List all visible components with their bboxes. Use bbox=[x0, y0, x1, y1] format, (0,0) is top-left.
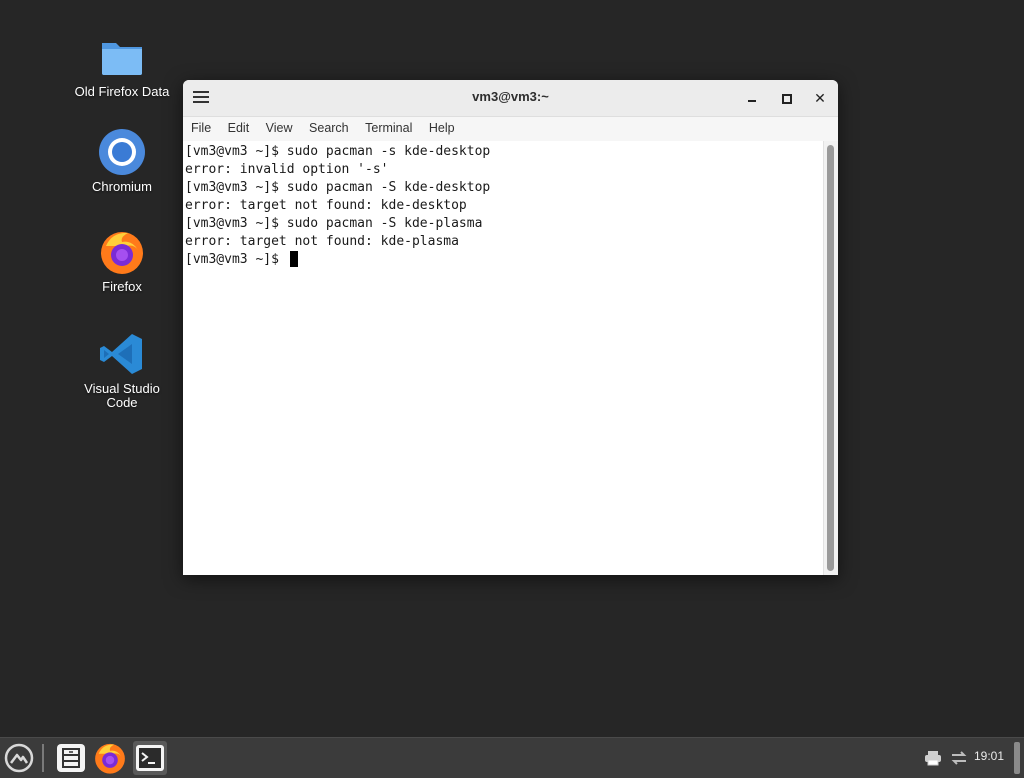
terminal-line: [vm3@vm3 ~]$ sudo pacman -s kde-desktop bbox=[185, 144, 491, 159]
desktop-icon-label: Firefox bbox=[102, 279, 142, 294]
window-title: vm3@vm3:~ bbox=[472, 89, 549, 104]
network-icon[interactable] bbox=[950, 749, 968, 767]
app-menu-icon bbox=[4, 743, 34, 773]
scrollbar-thumb[interactable] bbox=[827, 145, 834, 571]
terminal-prompt-line: [vm3@vm3 ~]$ bbox=[185, 250, 824, 269]
taskbar-firefox-button[interactable] bbox=[93, 741, 127, 775]
menu-edit[interactable]: Edit bbox=[228, 117, 257, 139]
terminal-line: error: target not found: kde-plasma bbox=[185, 234, 459, 249]
desktop-icon-vscode[interactable]: Visual Studio Code bbox=[67, 330, 177, 410]
firefox-icon bbox=[95, 743, 125, 774]
menu-file[interactable]: File bbox=[191, 117, 218, 139]
terminal-line: [vm3@vm3 ~]$ sudo pacman -S kde-plasma bbox=[185, 216, 483, 231]
terminal-output[interactable]: [vm3@vm3 ~]$ sudo pacman -s kde-desktop … bbox=[183, 141, 824, 575]
printer-icon[interactable] bbox=[924, 750, 942, 766]
close-button[interactable]: ✕ bbox=[811, 89, 829, 107]
desktop-icon-old-firefox-data[interactable]: Old Firefox Data bbox=[67, 33, 177, 99]
maximize-icon bbox=[782, 94, 792, 104]
terminal-line: [vm3@vm3 ~]$ sudo pacman -S kde-desktop bbox=[185, 180, 491, 195]
menu-search[interactable]: Search bbox=[309, 117, 356, 139]
vscode-icon bbox=[100, 334, 142, 374]
text-cursor bbox=[289, 250, 298, 267]
folder-icon bbox=[102, 43, 142, 75]
firefox-icon bbox=[101, 232, 143, 274]
close-icon: ✕ bbox=[814, 90, 826, 106]
terminal-prompt: [vm3@vm3 ~]$ bbox=[185, 252, 287, 267]
desktop: Old Firefox Data Chromium Firefox Visual… bbox=[0, 0, 1024, 778]
taskbar-separator bbox=[42, 744, 44, 772]
app-menu-button[interactable] bbox=[2, 741, 36, 775]
file-manager-icon bbox=[57, 744, 85, 772]
menu-bar: File Edit View Search Terminal Help bbox=[183, 117, 838, 142]
maximize-button[interactable] bbox=[777, 89, 795, 107]
desktop-icon-firefox[interactable]: Firefox bbox=[67, 228, 177, 294]
chromium-icon bbox=[99, 129, 145, 175]
desktop-icon-label: Chromium bbox=[92, 179, 152, 194]
terminal-icon bbox=[136, 745, 164, 771]
minimize-icon bbox=[748, 100, 756, 102]
taskbar-terminal-button[interactable] bbox=[133, 741, 167, 775]
taskbar: 19:01 bbox=[0, 737, 1024, 778]
minimize-button[interactable] bbox=[743, 89, 761, 107]
show-desktop-button[interactable] bbox=[1014, 742, 1020, 774]
clock[interactable]: 19:01 bbox=[974, 749, 1004, 763]
menu-help[interactable]: Help bbox=[429, 117, 462, 139]
file-manager-button[interactable] bbox=[54, 741, 88, 775]
menu-terminal[interactable]: Terminal bbox=[365, 117, 419, 139]
terminal-line: error: invalid option '-s' bbox=[185, 162, 389, 177]
terminal-line: error: target not found: kde-desktop bbox=[185, 198, 467, 213]
window-titlebar[interactable]: vm3@vm3:~ ✕ bbox=[183, 80, 838, 117]
desktop-icon-label: Old Firefox Data bbox=[74, 84, 170, 99]
terminal-window: vm3@vm3:~ ✕ File Edit View Search Termin… bbox=[183, 80, 838, 575]
menu-view[interactable]: View bbox=[266, 117, 300, 139]
desktop-icon-chromium[interactable]: Chromium bbox=[67, 128, 177, 194]
desktop-icon-label: Visual Studio Code bbox=[84, 381, 160, 410]
terminal-scrollbar[interactable] bbox=[823, 141, 838, 575]
